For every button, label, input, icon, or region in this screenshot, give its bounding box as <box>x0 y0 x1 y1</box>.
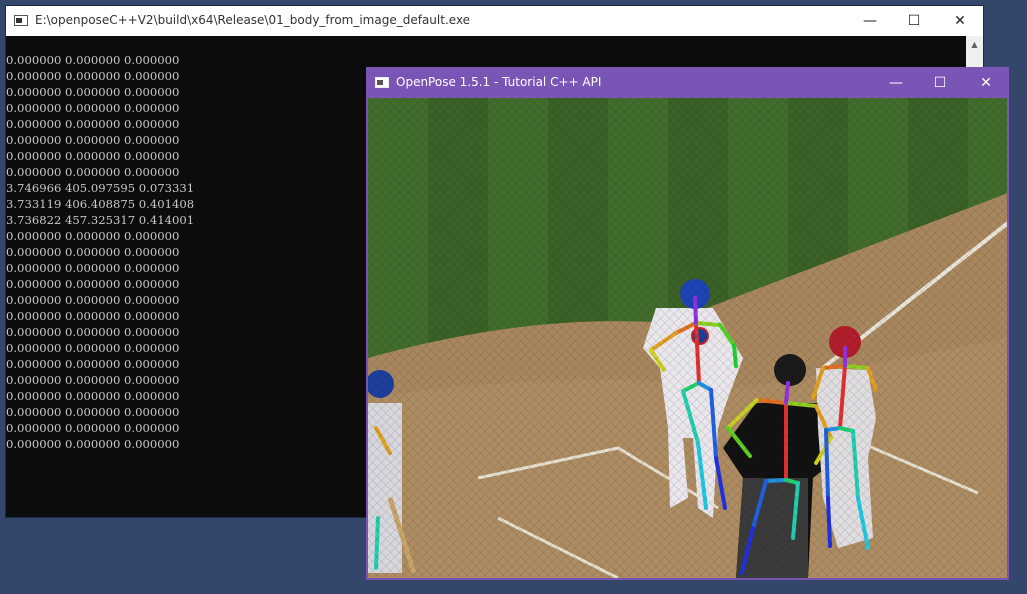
console-titlebar[interactable]: E:\openposeC++V2\build\x64\Release\01_bo… <box>6 6 983 36</box>
minimize-button[interactable]: — <box>847 6 893 36</box>
pose-image <box>368 98 1007 578</box>
openpose-titlebar[interactable]: OpenPose 1.5.1 - Tutorial C++ API — ☐ ✕ <box>366 67 1009 98</box>
close-icon: ✕ <box>980 74 992 91</box>
maximize-icon: ☐ <box>907 13 921 29</box>
maximize-icon: ☐ <box>933 74 947 91</box>
maximize-button[interactable]: ☐ <box>891 6 937 36</box>
minimize-icon: — <box>889 74 903 91</box>
backstop-net <box>368 98 1007 578</box>
openpose-app-icon <box>375 77 389 88</box>
pose-image-svg <box>368 98 1007 578</box>
op-close-button[interactable]: ✕ <box>963 67 1009 98</box>
minimize-icon: — <box>863 13 877 29</box>
close-button[interactable]: ✕ <box>937 6 983 36</box>
console-title: E:\openposeC++V2\build\x64\Release\01_bo… <box>35 13 471 27</box>
console-app-icon <box>14 15 28 26</box>
scroll-up-arrow-icon[interactable]: ▲ <box>966 36 983 53</box>
close-icon: ✕ <box>954 13 966 29</box>
console-line: 0.000000 0.000000 0.000000 <box>6 53 180 67</box>
openpose-window: OpenPose 1.5.1 - Tutorial C++ API — ☐ ✕ <box>366 67 1009 580</box>
op-minimize-button[interactable]: — <box>873 67 919 98</box>
openpose-title: OpenPose 1.5.1 - Tutorial C++ API <box>396 75 602 89</box>
op-maximize-button[interactable]: ☐ <box>917 67 963 98</box>
